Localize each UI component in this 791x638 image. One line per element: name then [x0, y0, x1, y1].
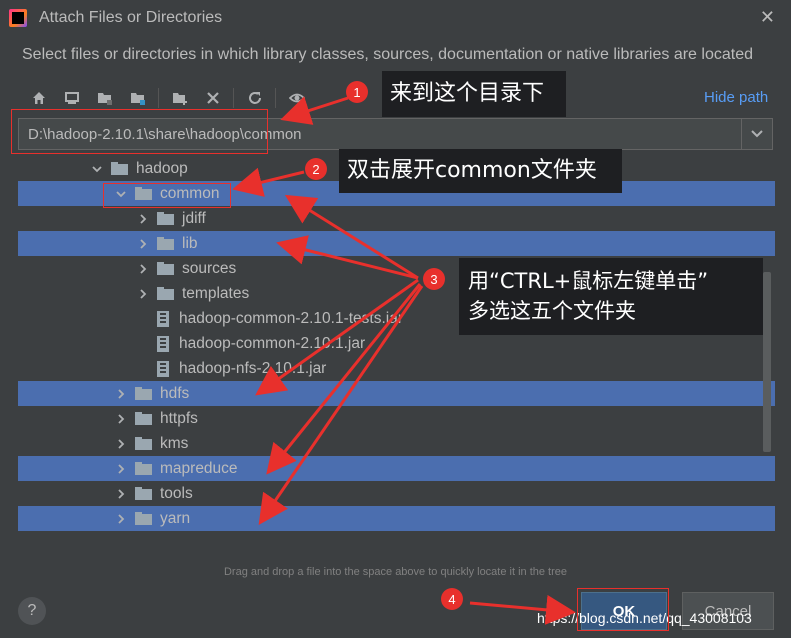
show-hidden-icon[interactable]	[280, 86, 313, 110]
folder-icon	[157, 262, 174, 275]
callout-step-3-line1: 用“CTRL+鼠标左键单击”	[468, 269, 709, 293]
tree-scrollbar[interactable]	[763, 272, 771, 452]
chevron-right-icon[interactable]	[136, 237, 150, 251]
folder-icon	[135, 462, 152, 475]
toolbar-separator	[275, 88, 276, 108]
highlight-box-common	[103, 183, 231, 208]
callout-step-3: 用“CTRL+鼠标左键单击” 多选这五个文件夹	[459, 258, 763, 335]
chevron-down-icon[interactable]	[741, 119, 772, 149]
tree-row[interactable]: IdeaProjects	[18, 531, 775, 532]
chevron-right-icon[interactable]	[114, 487, 128, 501]
tree-row[interactable]: tools	[18, 481, 775, 506]
callout-step-1: 来到这个目录下	[382, 71, 566, 117]
tree-row-label: httpfs	[160, 409, 198, 427]
tree-row-label: hadoop	[136, 159, 188, 177]
tree-row-label: hdfs	[160, 384, 190, 402]
tree-row[interactable]: hdfs	[18, 381, 775, 406]
jar-file-icon	[157, 335, 169, 352]
toolbar-separator	[233, 88, 234, 108]
chevron-right-icon[interactable]	[114, 387, 128, 401]
home-icon[interactable]	[22, 86, 55, 110]
tree-row-label: yarn	[160, 509, 191, 527]
jar-file-icon	[157, 360, 169, 377]
intellij-app-icon	[9, 9, 27, 27]
tree-row-label: mapreduce	[160, 459, 238, 477]
tree-row-label: jdiff	[182, 209, 206, 227]
chevron-right-icon[interactable]	[114, 512, 128, 526]
chevron-right-icon[interactable]	[114, 412, 128, 426]
tree-row-label: tools	[160, 484, 193, 502]
step-badge-3: 3	[423, 268, 445, 290]
tree-row[interactable]: kms	[18, 431, 775, 456]
tree-row[interactable]: lib	[18, 231, 775, 256]
tree-row-label: sources	[182, 259, 237, 277]
tree-row[interactable]: hadoop-nfs-2.10.1.jar	[18, 356, 775, 381]
folder-icon	[157, 287, 174, 300]
refresh-icon[interactable]	[238, 86, 271, 110]
tree-row-label: hadoop-common-2.10.1.jar	[179, 334, 366, 352]
step-badge-2: 2	[305, 158, 327, 180]
file-tree[interactable]: hadoop common jdiff lib sources templates hado…	[18, 154, 775, 532]
tree-row-label: lib	[182, 234, 198, 252]
desktop-icon[interactable]	[55, 86, 88, 110]
step-badge-4: 4	[441, 588, 463, 610]
chevron-down-icon[interactable]	[90, 162, 104, 176]
callout-step-3-line2: 多选这五个文件夹	[468, 299, 636, 323]
folder-icon	[135, 412, 152, 425]
chevron-right-icon[interactable]	[136, 262, 150, 276]
chevron-right-icon[interactable]	[136, 287, 150, 301]
chevron-right-icon[interactable]	[136, 212, 150, 226]
folder-icon	[157, 212, 174, 225]
folder-icon	[135, 387, 152, 400]
tree-row-label: hadoop-nfs-2.10.1.jar	[179, 359, 327, 377]
folder-icon	[135, 512, 152, 525]
chevron-right-icon[interactable]	[114, 462, 128, 476]
hide-path-link[interactable]: Hide path	[704, 89, 768, 106]
file-chooser-toolbar	[22, 86, 313, 110]
help-button[interactable]: ?	[18, 597, 46, 625]
close-icon[interactable]: ✕	[760, 7, 775, 28]
new-folder-icon[interactable]	[163, 86, 196, 110]
module-folder-icon[interactable]	[121, 86, 154, 110]
delete-icon[interactable]	[196, 86, 229, 110]
highlight-box-path	[11, 109, 268, 154]
chevron-right-icon[interactable]	[114, 437, 128, 451]
title-bar: Attach Files or Directories ✕	[0, 0, 791, 36]
folder-icon	[135, 437, 152, 450]
tree-row-label: kms	[160, 434, 189, 452]
tree-row-label: templates	[182, 284, 250, 302]
callout-step-2: 双击展开common文件夹	[339, 149, 622, 193]
tree-row-label: hadoop-common-2.10.1-tests.jar	[179, 309, 404, 327]
tree-row[interactable]: yarn	[18, 506, 775, 531]
dialog-description: Select files or directories in which lib…	[22, 46, 753, 63]
step-badge-1: 1	[346, 81, 368, 103]
folder-icon	[111, 162, 128, 175]
highlight-box-ok	[577, 588, 669, 631]
toolbar-separator	[158, 88, 159, 108]
tree-row[interactable]: jdiff	[18, 206, 775, 231]
tree-row[interactable]: httpfs	[18, 406, 775, 431]
dialog-title: Attach Files or Directories	[39, 9, 223, 26]
drag-drop-hint: Drag and drop a file into the space abov…	[223, 566, 568, 578]
project-folder-icon[interactable]	[88, 86, 121, 110]
jar-file-icon	[157, 310, 169, 327]
folder-icon	[157, 237, 174, 250]
tree-row[interactable]: mapreduce	[18, 456, 775, 481]
folder-icon	[135, 487, 152, 500]
